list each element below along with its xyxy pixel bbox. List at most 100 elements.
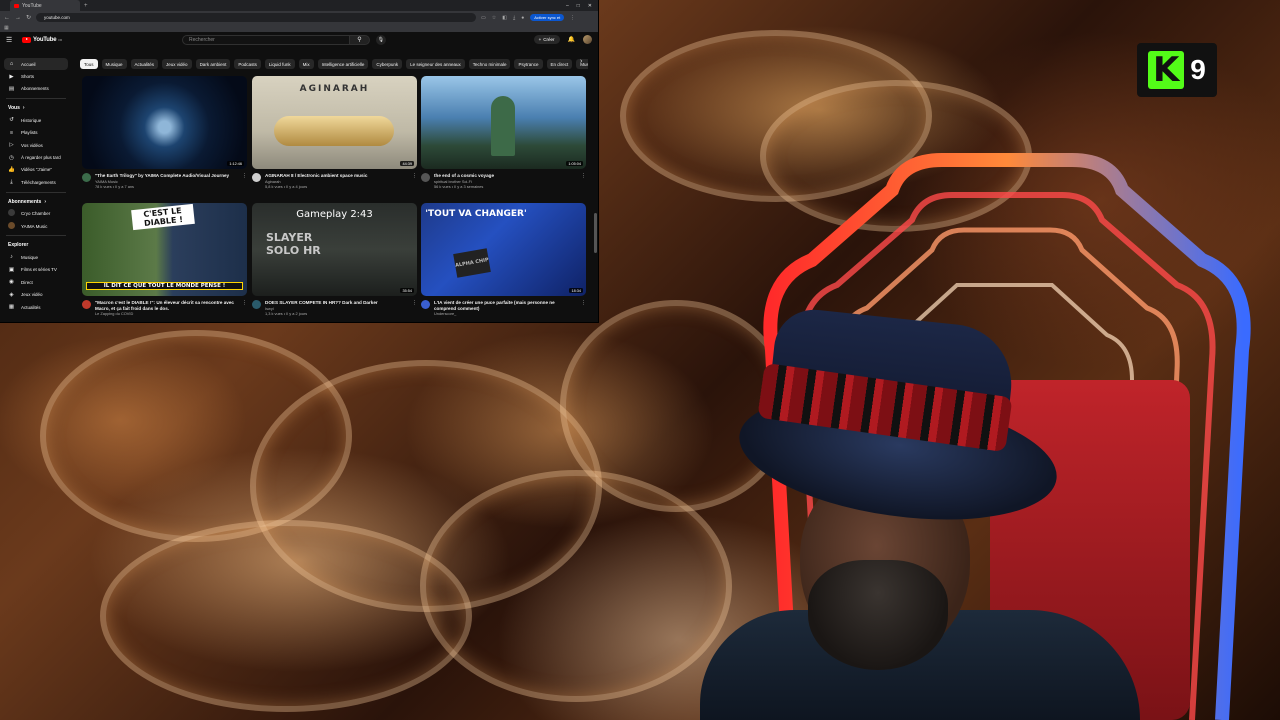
bookmark-star-icon[interactable]: ☆ [492, 15, 496, 21]
close-icon[interactable]: ✕ [588, 3, 592, 9]
sidebar-item-musique[interactable]: ♪ Musique [0, 251, 72, 263]
video-thumbnail[interactable]: 1:12:46 [82, 76, 247, 169]
search-input[interactable]: Rechercher [181, 34, 350, 45]
menu-icon[interactable]: ⋮ [570, 15, 575, 21]
profile-icon[interactable]: ● [521, 15, 524, 21]
sidebar-item-jeux-vid-o[interactable]: ◈ Jeux vidéo [0, 288, 72, 300]
create-button[interactable]: + Créer [533, 35, 560, 44]
sidebar-item-films-et-s-ries-tv[interactable]: ▣ Films et séries TV [0, 264, 72, 276]
channel-avatar[interactable] [421, 173, 430, 182]
chip-intelligence-artificielle[interactable]: Intelligence artificielle [317, 59, 369, 69]
video-thumbnail[interactable]: AGINARAH 44:39 [252, 76, 417, 169]
sidebar-item-historique[interactable]: ↺ Historique [0, 114, 72, 126]
sidebar-item-direct[interactable]: ◉ Direct [0, 276, 72, 288]
home-icon: ⌂ [9, 61, 14, 68]
person-beard [808, 560, 948, 670]
sidebar-item-vid-os-j-aime-[interactable]: 👍 Vidéos "J'aime" [0, 164, 72, 176]
video-thumbnail[interactable]: Gameplay 2:43 SLAYER SOLO HR 35:54 [252, 203, 417, 296]
more-options-icon[interactable]: ⋮ [242, 173, 247, 189]
sidebar-item-t-l-chargements[interactable]: ⤓ Téléchargements [0, 176, 72, 188]
sidebar-section-header[interactable]: Explorer [0, 239, 72, 251]
sync-button[interactable]: Activer sync et [530, 14, 565, 21]
video-card[interactable]: 'TOUT VA CHANGER' ALPHA CHIP 18:34 L'IA vie… [421, 203, 586, 316]
minimize-icon[interactable]: – [566, 3, 569, 9]
chip-dark-ambient[interactable]: Dark ambient [195, 59, 231, 69]
thumbnail-caption: C'EST LE DIABLE ! [131, 203, 195, 231]
url-field[interactable]: youtube.com [36, 13, 477, 22]
sidebar-item-actualit-s[interactable]: ▦ Actualités [0, 301, 72, 313]
chip-tous[interactable]: Tous [80, 59, 98, 69]
download-icon[interactable]: ⤓ [513, 15, 515, 21]
maximize-icon[interactable]: □ [577, 3, 580, 9]
subscriptions-icon: ▤ [8, 85, 15, 92]
chip-techno-minimale[interactable]: Techno minimale [468, 59, 511, 69]
chip-mix[interactable]: Mix [298, 59, 314, 69]
scrollbar-thumb[interactable] [594, 213, 597, 253]
video-stats: 56 k vues • Il y a 3 semaines [434, 183, 484, 189]
video-card[interactable]: 1:05:04 the end of a cosmic voyage spiritu… [421, 76, 586, 189]
more-options-icon[interactable]: ⋮ [581, 173, 586, 189]
channel-avatar[interactable] [82, 173, 91, 182]
chips-next-icon[interactable]: › [580, 58, 582, 65]
channel-name[interactable]: Le Zapping du COVID [95, 311, 238, 316]
youtube-logo[interactable]: YouTube FR [22, 36, 62, 43]
chip-psytrance[interactable]: Psytrance [514, 59, 543, 69]
sidebar-item-label: Téléchargements [21, 179, 56, 185]
account-avatar[interactable] [583, 35, 592, 44]
sidebar-item-label: Vidéos "J'aime" [21, 167, 52, 173]
sidebar-item--regarder-plus-tard[interactable]: ◷ À regarder plus tard [0, 151, 72, 163]
sidebar-item-cryo-chamber[interactable]: Cryo Chamber [0, 208, 72, 220]
page-scrollbar[interactable] [594, 58, 597, 322]
sidebar-item-abonnements[interactable]: ▤ Abonnements [0, 83, 72, 95]
video-thumbnail[interactable]: 1:05:04 [421, 76, 586, 169]
sidebar-section-header[interactable]: Abonnements › [0, 196, 72, 208]
chip-le-seigneur-des-anneaux[interactable]: Le seigneur des anneaux [406, 59, 465, 69]
sidebar-item-accueil[interactable]: ⌂ Accueil [4, 58, 68, 71]
more-options-icon[interactable]: ⋮ [412, 300, 417, 316]
channel-avatar[interactable] [421, 300, 430, 309]
chip-liquid-funk[interactable]: Liquid funk [264, 59, 295, 69]
chip-en-direct[interactable]: En direct [546, 59, 573, 69]
sidebar-item-yaima-music[interactable]: YAIMA Music [0, 220, 72, 232]
chip-jeux-vid-o[interactable]: Jeux vidéo [162, 59, 192, 69]
search-icon[interactable]: ⚲ [349, 34, 370, 45]
video-title[interactable]: "The Earth Trilogy" by YAIMA Complete Au… [95, 173, 238, 179]
more-options-icon[interactable]: ⋮ [242, 300, 247, 316]
chip-musique[interactable]: Musique [101, 59, 127, 69]
video-title[interactable]: "Macron c'est le DIABLE !": Un éleveur d… [95, 300, 238, 306]
watch-later-icon: ◷ [9, 154, 14, 161]
video-card[interactable]: C'EST LE DIABLE ! IL DIT CE QUE TOUT LE M… [82, 203, 247, 316]
microphone-icon[interactable]: 🎙 [375, 34, 386, 45]
cast-icon[interactable]: ▭ [481, 15, 486, 21]
extensions-icon[interactable]: ◧ [502, 15, 507, 21]
more-options-icon[interactable]: ⋮ [581, 300, 586, 316]
video-thumbnail[interactable]: C'EST LE DIABLE ! IL DIT CE QUE TOUT LE M… [82, 203, 247, 296]
sidebar-item-label: Films et séries TV [21, 267, 57, 273]
more-options-icon[interactable]: ⋮ [412, 173, 417, 189]
sidebar-section-title: Abonnements [8, 198, 42, 205]
channel-name[interactable]: Underscore_ [434, 311, 577, 316]
video-card[interactable]: 1:12:46 "The Earth Trilogy" by YAIMA Comp… [82, 76, 247, 189]
hamburger-menu-icon[interactable]: ☰ [6, 36, 16, 44]
back-icon[interactable]: ← [4, 15, 10, 21]
video-thumbnail[interactable]: 'TOUT VA CHANGER' ALPHA CHIP 18:34 [421, 203, 586, 296]
forward-icon[interactable]: → [15, 15, 21, 21]
apps-icon[interactable]: ▦ [4, 25, 9, 31]
channel-avatar[interactable] [82, 300, 91, 309]
new-tab-icon[interactable]: + [84, 3, 88, 9]
reload-icon[interactable]: ↻ [26, 14, 31, 21]
chip-actualit-s[interactable]: Actualités [130, 59, 159, 69]
notifications-bell-icon[interactable]: 🔔 [568, 36, 575, 43]
video-card[interactable]: Gameplay 2:43 SLAYER SOLO HR 35:54 DOES SLA… [252, 203, 417, 316]
channel-avatar[interactable] [252, 300, 261, 309]
sidebar-item-vos-vid-os[interactable]: ▷ Vos vidéos [0, 139, 72, 151]
chip-cyberpunk[interactable]: Cyberpunk [372, 59, 403, 69]
sidebar-item-playlists[interactable]: ≡ Playlists [0, 127, 72, 139]
sidebar-item-shorts[interactable]: ▶ Shorts [0, 70, 72, 82]
chip-podcasts[interactable]: Podcasts [234, 59, 261, 69]
channel-avatar[interactable] [252, 173, 261, 182]
sidebar-section-header[interactable]: Vous › [0, 102, 72, 114]
video-card[interactable]: AGINARAH 44:39 AGINARAH 8 / Electronic amb… [252, 76, 417, 189]
sidebar-item-label: Playlists [21, 130, 38, 136]
tab-youtube[interactable]: YouTube [10, 0, 80, 11]
